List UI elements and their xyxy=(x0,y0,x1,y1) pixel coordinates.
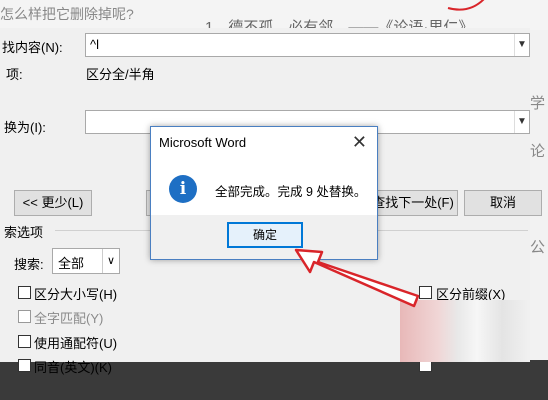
find-next-button[interactable]: 查找下一处(F) xyxy=(368,190,458,216)
search-options-heading: 索选项 xyxy=(4,225,44,240)
replace-label: 换为(I): xyxy=(4,120,46,135)
wildcards-checkbox[interactable] xyxy=(18,335,31,348)
doc-fragment: 公 xyxy=(530,239,546,256)
search-direction-select[interactable]: 全部 ∨ xyxy=(52,248,120,274)
search-direction-label: 搜索: xyxy=(14,257,44,272)
options-label: 项: xyxy=(6,67,23,82)
search-direction-value: 全部 xyxy=(58,256,85,271)
find-input-value: ^l xyxy=(90,37,99,52)
find-label: 找内容(N): xyxy=(2,40,63,55)
match-case-checkbox[interactable] xyxy=(18,286,31,299)
whole-word-label: 全字匹配(Y) xyxy=(34,311,104,326)
match-prefix-checkbox[interactable] xyxy=(419,286,432,299)
match-case-label: 区分大小写(H) xyxy=(34,287,118,302)
message-box: Microsoft Word ✕ i 全部完成。完成 9 处替换。 确定 xyxy=(150,126,378,260)
doc-text-left: 怎么样把它删除掉呢? xyxy=(0,6,134,22)
ok-button[interactable]: 确定 xyxy=(227,222,303,248)
close-icon[interactable]: ✕ xyxy=(352,132,367,153)
chevron-down-icon[interactable]: ▼ xyxy=(514,34,529,56)
sounds-like-checkbox[interactable] xyxy=(18,359,31,372)
message-box-footer: 确定 xyxy=(151,215,377,259)
find-input[interactable]: ^l ▼ xyxy=(85,33,530,57)
chevron-down-icon[interactable]: ▼ xyxy=(514,111,529,133)
options-value: 区分全/半角 xyxy=(86,67,155,82)
cancel-button[interactable]: 取消 xyxy=(464,190,542,216)
whole-word-checkbox[interactable] xyxy=(18,310,31,323)
less-button[interactable]: << 更少(L) xyxy=(14,190,92,216)
blurred-region xyxy=(400,300,528,362)
sounds-like-label: 同音(英文)(K) xyxy=(34,360,112,375)
chevron-down-icon[interactable]: ∨ xyxy=(102,249,119,273)
doc-fragment: 论 xyxy=(530,143,546,160)
message-text: 全部完成。完成 9 处替换。 xyxy=(215,185,367,199)
message-box-title: Microsoft Word xyxy=(159,135,247,150)
doc-fragment: 学 xyxy=(530,95,546,112)
info-icon: i xyxy=(169,175,197,203)
wildcards-label: 使用通配符(U) xyxy=(34,336,118,351)
